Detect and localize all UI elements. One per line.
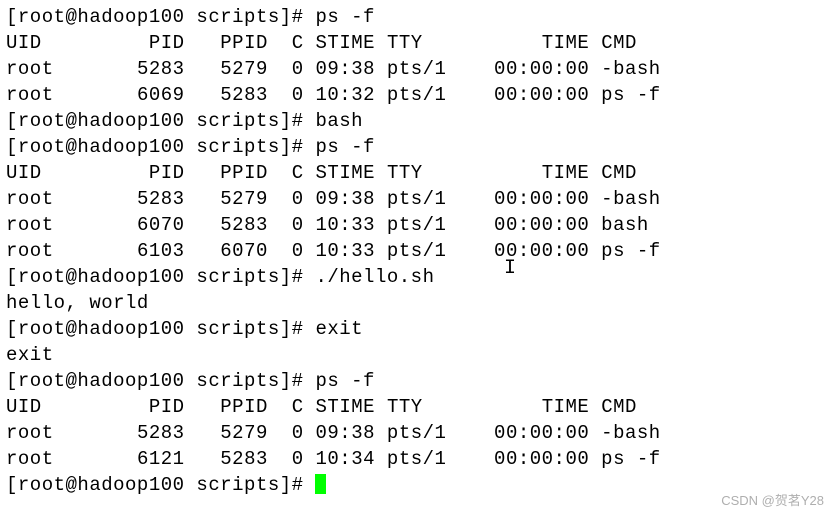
ps-header: UID PID PPID C STIME TTY TIME CMD (6, 162, 637, 184)
ps-header: UID PID PPID C STIME TTY TIME CMD (6, 396, 637, 418)
ps-header: UID PID PPID C STIME TTY TIME CMD (6, 32, 637, 54)
prompt-line: [root@hadoop100 scripts]# ps -f (6, 6, 375, 28)
cursor-icon (315, 474, 326, 494)
ps-row: root 5283 5279 0 09:38 pts/1 00:00:00 -b… (6, 58, 661, 80)
prompt-line: [root@hadoop100 scripts]# ps -f (6, 370, 375, 392)
prompt-line: [root@hadoop100 scripts]# bash (6, 110, 363, 132)
ps-row: root 6070 5283 0 10:33 pts/1 00:00:00 ba… (6, 214, 649, 236)
watermark: CSDN @贺茗Y28 (721, 488, 824, 514)
ps-row: root 5283 5279 0 09:38 pts/1 00:00:00 -b… (6, 422, 661, 444)
prompt-line: [root@hadoop100 scripts]# ./hello.sh (6, 266, 434, 288)
prompt-line: [root@hadoop100 scripts]# ps -f (6, 136, 375, 158)
ps-row: root 5283 5279 0 09:38 pts/1 00:00:00 -b… (6, 188, 661, 210)
ps-row: root 6069 5283 0 10:32 pts/1 00:00:00 ps… (6, 84, 661, 106)
ps-row: root 6103 6070 0 10:33 pts/1 00:00:00 ps… (6, 240, 661, 262)
output-line: exit (6, 344, 54, 366)
prompt-line: [root@hadoop100 scripts]# exit (6, 318, 363, 340)
ps-row: root 6121 5283 0 10:34 pts/1 00:00:00 ps… (6, 448, 661, 470)
terminal-output[interactable]: [root@hadoop100 scripts]# ps -f UID PID … (6, 4, 830, 498)
output-line: hello, world (6, 292, 149, 314)
prompt-line: [root@hadoop100 scripts]# (6, 474, 326, 496)
